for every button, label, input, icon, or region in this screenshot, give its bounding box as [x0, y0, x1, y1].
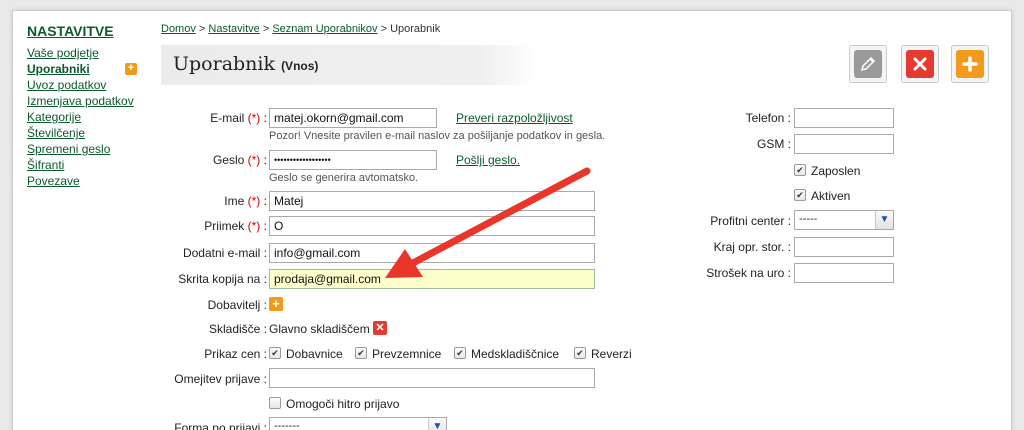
checkbox-label: Dobavnice — [286, 347, 343, 361]
main-panel: NASTAVITVE Vaše podjetje Uporabniki + Uvo… — [12, 10, 1012, 430]
supplier-label: Dobavitelj : — [207, 298, 267, 312]
extra-email-field[interactable]: info@gmail.com — [269, 243, 595, 263]
checkbox-label: Medskladiščnice — [471, 347, 560, 361]
breadcrumb-current: Uporabnik — [390, 23, 441, 35]
sidebar-title[interactable]: NASTAVITVE — [27, 23, 157, 39]
gsm-label: GSM : — [756, 137, 791, 151]
profit-center-value: ----- — [799, 213, 818, 225]
sidebar-item-numbering[interactable]: Številčenje — [27, 125, 157, 141]
pencil-icon — [854, 50, 882, 78]
employed-label: Zaposlen — [811, 164, 861, 178]
page-header: Uporabnik (Vnos) — [161, 45, 537, 85]
sidebar-item-links[interactable]: Povezave — [27, 173, 157, 189]
breadcrumb: Domov > Nastavitve > Seznam Uporabnikov … — [161, 23, 440, 35]
bcc-label: Skrita kopija na : — [178, 272, 267, 286]
checkbox-employed[interactable]: ✔ — [794, 164, 806, 176]
close-icon — [906, 50, 934, 78]
sidebar-item-codebooks[interactable]: Šifranti — [27, 157, 157, 173]
extra-email-label: Dodatni e-mail : — [182, 246, 267, 260]
login-form-value: ------- — [274, 420, 300, 430]
email-field[interactable]: matej.okorn@gmail.com — [269, 108, 437, 128]
breadcrumb-sep: > — [262, 23, 270, 35]
login-form-select[interactable]: ------- ▼ — [269, 417, 447, 430]
prices-label: Prikaz cen : — [204, 347, 267, 361]
cost-place-label: Kraj opr. stor. : — [713, 240, 791, 254]
send-password-link[interactable]: Pošlji geslo. — [456, 153, 520, 167]
cost-place-field[interactable] — [794, 237, 894, 257]
hourly-cost-label: Strošek na uro : — [706, 266, 791, 280]
sidebar-item-change-password[interactable]: Spremeni geslo — [27, 141, 157, 157]
plus-icon — [956, 50, 984, 78]
breadcrumb-sep: > — [198, 23, 206, 35]
first-name-field[interactable]: Matej — [269, 191, 595, 211]
checkbox-medskladiscnice[interactable]: ✔ — [454, 347, 466, 359]
checkbox-label: Reverzi — [591, 347, 632, 361]
sidebar-item-import[interactable]: Uvoz podatkov — [27, 77, 157, 93]
warehouse-label: Skladišče : — [208, 322, 267, 336]
page-subtitle: (Vnos) — [281, 59, 319, 73]
gsm-field[interactable] — [794, 134, 894, 154]
breadcrumb-user-list[interactable]: Seznam Uporabnikov — [272, 23, 377, 35]
first-name-label: Ime (*) : — [224, 194, 267, 208]
checkbox-quick-login[interactable] — [269, 397, 281, 409]
password-hint: Geslo se generira avtomatsko. — [269, 172, 419, 184]
hourly-cost-field[interactable] — [794, 263, 894, 283]
page-title: Uporabnik (Vnos) — [173, 53, 318, 75]
page-title-text: Uporabnik — [173, 53, 276, 75]
last-name-label: Priimek (*) : — [204, 219, 267, 233]
remove-warehouse-close-icon[interactable]: ✕ — [373, 321, 387, 335]
breadcrumb-settings[interactable]: Nastavitve — [208, 23, 259, 35]
add-user-plus-icon[interactable]: + — [125, 63, 137, 75]
sidebar-item-users[interactable]: Uporabniki + — [27, 61, 157, 77]
add-supplier-plus-icon[interactable]: + — [269, 297, 283, 311]
email-label: E-mail (*) : — [210, 111, 267, 125]
breadcrumb-home[interactable]: Domov — [161, 23, 196, 35]
bcc-field[interactable]: prodaja@gmail.com — [269, 269, 595, 289]
cancel-button[interactable] — [901, 45, 939, 83]
last-name-field[interactable]: O — [269, 216, 595, 236]
quick-login-label: Omogoči hitro prijavo — [286, 397, 400, 411]
active-label: Aktiven — [811, 189, 851, 203]
login-form-label: Forma po prijavi : — [174, 421, 267, 430]
sidebar: NASTAVITVE Vaše podjetje Uporabniki + Uvo… — [27, 23, 157, 189]
password-field[interactable]: •••••••••••••••••• — [269, 150, 437, 170]
checkbox-dobavnice[interactable]: ✔ — [269, 347, 281, 359]
sidebar-item-data-exchange[interactable]: Izmenjava podatkov — [27, 93, 157, 109]
login-limit-field[interactable] — [269, 368, 595, 388]
breadcrumb-sep: > — [380, 23, 387, 35]
checkbox-reverzi[interactable]: ✔ — [574, 347, 586, 359]
sidebar-item-label: Uporabniki — [27, 62, 90, 76]
checkbox-active[interactable]: ✔ — [794, 189, 806, 201]
checkbox-prevzemnice[interactable]: ✔ — [355, 347, 367, 359]
chevron-down-icon: ▼ — [428, 418, 446, 430]
chevron-down-icon: ▼ — [875, 211, 893, 229]
checkbox-label: Prevzemnice — [372, 347, 442, 361]
phone-field[interactable] — [794, 108, 894, 128]
login-limit-label: Omejitev prijave : — [174, 372, 267, 386]
profit-center-label: Profitni center : — [710, 214, 791, 228]
check-availability-link[interactable]: Preveri razpoložljivost — [456, 111, 573, 125]
sidebar-item-company[interactable]: Vaše podjetje — [27, 45, 157, 61]
profit-center-select[interactable]: ----- ▼ — [794, 210, 894, 230]
sidebar-item-categories[interactable]: Kategorije — [27, 109, 157, 125]
edit-button[interactable] — [849, 45, 887, 83]
phone-label: Telefon : — [745, 111, 791, 125]
add-button[interactable] — [951, 45, 989, 83]
email-hint: Pozor! Vnesite pravilen e-mail naslov za… — [269, 130, 606, 142]
warehouse-value: Glavno skladiščem — [269, 322, 370, 336]
password-label: Geslo (*) : — [212, 153, 267, 167]
